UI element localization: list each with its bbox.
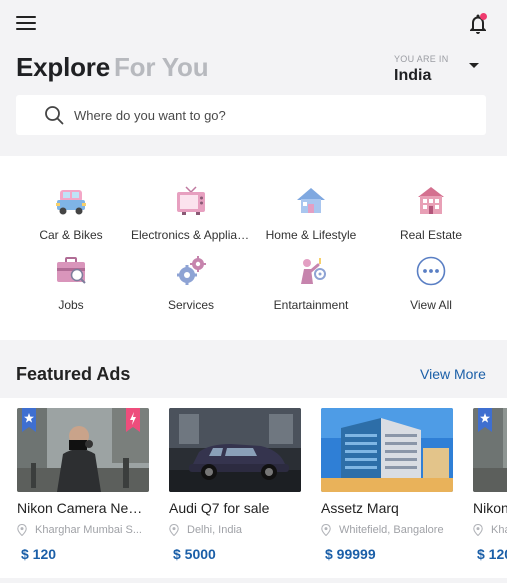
featured-ads-carousel[interactable]: Nikon Camera New Launch Kharghar Mumbai … bbox=[0, 398, 507, 578]
title-sub: For You bbox=[113, 52, 209, 82]
top-bar bbox=[0, 0, 507, 50]
ad-title: Audi Q7 for sale bbox=[169, 500, 270, 516]
location-pin-icon bbox=[169, 524, 179, 536]
category-services[interactable]: Services bbox=[131, 254, 251, 312]
ad-location-text: Whitefield, Bangalore bbox=[339, 524, 444, 536]
ad-title: Nikon Camera New Launch bbox=[17, 500, 149, 516]
building-icon bbox=[418, 187, 444, 214]
location-pin-icon bbox=[473, 524, 483, 536]
search-input[interactable] bbox=[74, 107, 454, 123]
entertainment-icon bbox=[301, 258, 326, 284]
more-dots-icon bbox=[416, 256, 446, 286]
category-label: Home & Lifestyle bbox=[265, 228, 357, 242]
ad-price: $ 120 bbox=[21, 546, 57, 562]
title-main: Explore bbox=[16, 52, 110, 82]
page-title: Explore For You bbox=[16, 52, 209, 83]
ad-price: $ 99999 bbox=[325, 546, 376, 562]
category-label: Services bbox=[167, 298, 214, 312]
category-electronics[interactable]: Electronics & Appliances bbox=[131, 184, 251, 242]
category-entertainment[interactable]: Entartainment bbox=[251, 254, 371, 312]
ad-location: Kharghar bbox=[473, 524, 507, 536]
location-value: India bbox=[394, 67, 432, 84]
notification-dot bbox=[480, 13, 487, 20]
search-bar[interactable] bbox=[16, 95, 486, 135]
ad-location: Whitefield, Bangalore bbox=[321, 524, 453, 536]
ad-card[interactable]: Nikon Camera Kharghar $ 120 bbox=[473, 408, 507, 562]
category-jobs[interactable]: Jobs bbox=[11, 254, 131, 312]
ad-image-photographer bbox=[473, 408, 507, 492]
ad-title: Assetz Marq bbox=[321, 500, 399, 516]
category-view-all[interactable]: View All bbox=[371, 254, 491, 312]
featured-ads-title: Featured Ads bbox=[16, 364, 131, 384]
category-car-bikes[interactable]: Car & Bikes bbox=[11, 184, 131, 242]
location-pin-icon bbox=[17, 524, 27, 536]
bolt-badge-icon bbox=[126, 408, 140, 432]
location-selector[interactable]: YOU ARE IN India bbox=[394, 54, 489, 85]
gears-icon bbox=[177, 256, 206, 285]
category-label: Entartainment bbox=[273, 298, 349, 312]
ad-location-text: Kharghar Mumbai S... bbox=[35, 524, 142, 536]
category-label: Real Estate bbox=[399, 228, 463, 242]
ad-price: $ 120 bbox=[477, 546, 507, 562]
hamburger-menu-icon[interactable] bbox=[16, 16, 36, 32]
category-real-estate[interactable]: Real Estate bbox=[371, 184, 491, 242]
star-badge-icon bbox=[478, 408, 492, 432]
star-badge-icon bbox=[22, 408, 36, 432]
category-home-lifestyle[interactable]: Home & Lifestyle bbox=[251, 184, 371, 242]
ad-location: Kharghar Mumbai S... bbox=[17, 524, 149, 536]
ad-location-text: Delhi, India bbox=[187, 524, 243, 536]
ad-location: Delhi, India bbox=[169, 524, 301, 536]
briefcase-icon bbox=[57, 257, 86, 284]
category-label: Jobs bbox=[58, 298, 84, 312]
category-label: Electronics & Appliances bbox=[131, 228, 251, 242]
ad-image-photographer bbox=[17, 408, 149, 492]
ad-price: $ 5000 bbox=[173, 546, 216, 562]
ad-location-text: Kharghar bbox=[491, 524, 507, 536]
ad-card[interactable]: Assetz Marq Whitefield, Bangalore $ 9999… bbox=[321, 408, 453, 562]
view-more-link[interactable]: View More bbox=[420, 366, 486, 382]
ad-image-car bbox=[169, 408, 301, 492]
ad-image-building bbox=[321, 408, 453, 492]
ad-title: Nikon Camera bbox=[473, 500, 507, 516]
car-bike-icon bbox=[56, 190, 86, 215]
notification-bell-icon[interactable] bbox=[466, 12, 490, 36]
search-icon bbox=[45, 106, 64, 125]
ad-card[interactable]: Nikon Camera New Launch Kharghar Mumbai … bbox=[17, 408, 149, 562]
house-icon bbox=[297, 188, 325, 213]
category-label: Car & Bikes bbox=[39, 228, 103, 242]
location-pin-icon bbox=[321, 524, 331, 536]
category-label: View All bbox=[410, 298, 452, 312]
categories-panel: Car & Bikes Electronics & Appliances Hom… bbox=[0, 156, 507, 340]
ad-card[interactable]: Audi Q7 for sale Delhi, India $ 5000 bbox=[169, 408, 301, 562]
chevron-down-icon bbox=[469, 63, 479, 68]
tv-icon bbox=[177, 186, 205, 215]
